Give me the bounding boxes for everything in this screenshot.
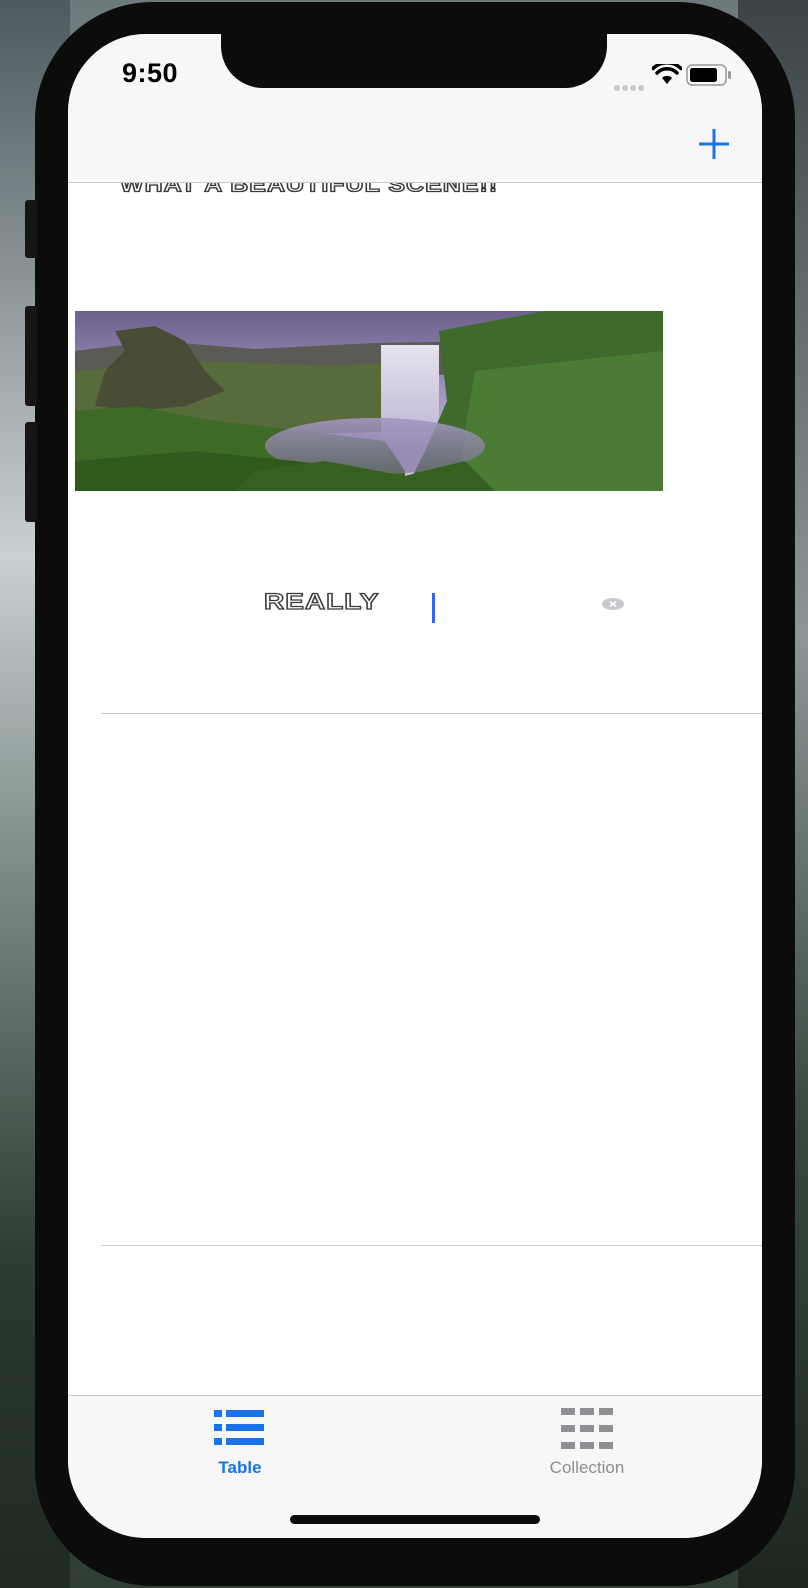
battery-icon	[686, 64, 731, 86]
status-time: 9:50	[122, 58, 179, 88]
table-view[interactable]: WHAT A BEAUTIFUL SCENE!! REALLY	[68, 183, 762, 1395]
tab-table-label: Table	[218, 1458, 262, 1477]
tab-table[interactable]: Table	[140, 1396, 340, 1484]
volume-up-button	[25, 306, 37, 406]
caption-field-value[interactable]: REALLY	[263, 588, 379, 615]
device-notch	[221, 34, 607, 88]
navigation-bar	[68, 122, 762, 183]
caption-text-field[interactable]: REALLY	[263, 588, 634, 629]
waterfall-landscape-image	[75, 311, 663, 491]
wifi-icon	[652, 64, 682, 84]
list-icon	[214, 1410, 264, 1445]
clear-text-icon[interactable]	[602, 598, 624, 610]
app-screen: 9:50 WHAT A BEAUTIFUL SCENE!! REALLY Tab…	[68, 34, 762, 1538]
text-cursor	[432, 593, 435, 623]
row-separator	[101, 1245, 762, 1246]
cell-title: WHAT A BEAUTIFUL SCENE!!	[119, 183, 499, 197]
row-separator	[101, 713, 762, 714]
plus-icon[interactable]	[696, 126, 732, 162]
tab-collection[interactable]: Collection	[487, 1396, 687, 1484]
volume-down-button	[25, 422, 37, 522]
grid-icon	[561, 1408, 613, 1449]
mute-switch	[25, 200, 37, 258]
tab-collection-label: Collection	[549, 1458, 625, 1477]
home-indicator[interactable]	[290, 1515, 540, 1524]
cellular-signal-icon	[614, 78, 646, 96]
